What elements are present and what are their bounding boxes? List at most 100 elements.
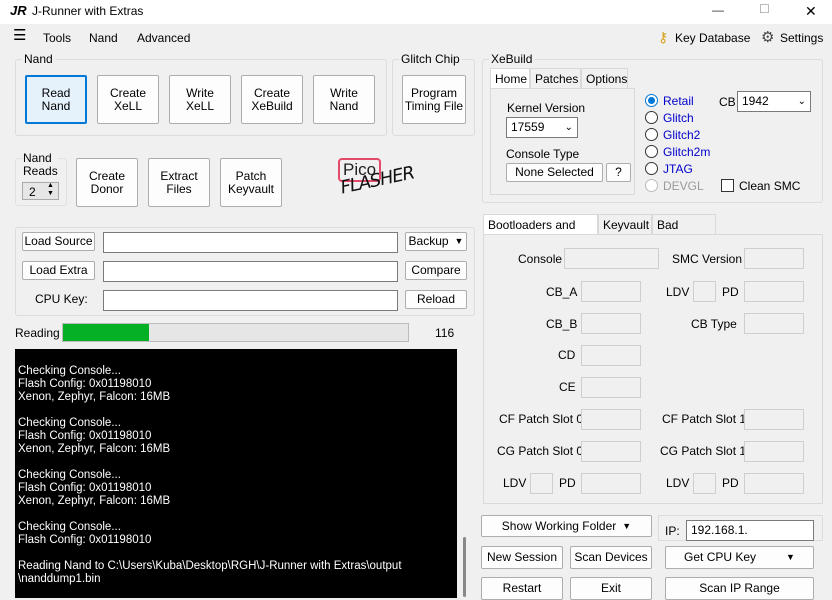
ce-field: [581, 377, 641, 398]
create-donor-button[interactable]: Create Donor: [76, 158, 138, 207]
pd-left-field: [581, 473, 641, 494]
log-console[interactable]: Checking Console... Flash Config: 0x0119…: [15, 349, 457, 598]
restart-button[interactable]: Restart: [481, 577, 563, 600]
cf-slot1-field: [744, 409, 804, 430]
menu-advanced[interactable]: Advanced: [137, 31, 190, 45]
spinner-up-icon[interactable]: ▲: [47, 182, 54, 189]
log-scrollbar[interactable]: [457, 349, 474, 598]
create-xell-button[interactable]: Create XeLL: [97, 75, 159, 124]
cd-field: [581, 345, 641, 366]
write-xell-button[interactable]: Write XeLL: [169, 75, 231, 124]
tab-patches[interactable]: Patches: [530, 68, 581, 88]
show-working-folder-label: Show Working Folder: [501, 518, 617, 533]
create-xebuild-button[interactable]: Create XeBuild: [241, 75, 303, 124]
radio-glitch2[interactable]: [645, 128, 658, 141]
log-scrollbar-thumb[interactable]: [463, 537, 466, 597]
ldv-label: LDV: [666, 285, 690, 299]
radio-jtag-label[interactable]: JTAG: [663, 162, 693, 176]
program-timing-file-button[interactable]: Program Timing File: [402, 75, 466, 124]
menu-tools[interactable]: Tools: [43, 31, 71, 45]
patch-keyvault-button[interactable]: Patch Keyvault: [220, 158, 282, 207]
chevron-down-icon: ⌄: [797, 96, 806, 107]
minimize-button[interactable]: —: [712, 3, 724, 17]
kernel-version-select[interactable]: 17559 ⌄: [506, 117, 578, 138]
radio-retail[interactable]: [645, 94, 658, 107]
backup-button[interactable]: Backup ▼: [405, 232, 467, 251]
extract-files-button[interactable]: Extract Files: [148, 158, 210, 207]
exit-button[interactable]: Exit: [570, 577, 652, 600]
console-type-button[interactable]: None Selected: [506, 163, 603, 182]
pd-right-label: PD: [722, 476, 739, 490]
pd-right-field: [744, 473, 804, 494]
reload-button[interactable]: Reload: [405, 290, 467, 309]
progress-value: 116: [435, 326, 455, 340]
spinner-down-icon[interactable]: ▼: [47, 190, 54, 197]
app-logo-icon: JR: [10, 3, 27, 18]
cba-label: CB_A: [546, 285, 578, 299]
ce-label: CE: [559, 380, 576, 394]
load-extra-button[interactable]: Load Extra: [22, 261, 95, 280]
progress-label: Reading: [15, 326, 60, 340]
cbb-label: CB_B: [546, 317, 578, 331]
tab-options[interactable]: Options: [581, 68, 628, 88]
cbb-field: [581, 313, 641, 334]
pico-flasher-logo: Pico FLASHER: [334, 156, 434, 206]
console-type-label: Console Type: [506, 147, 580, 161]
write-nand-button[interactable]: Write Nand: [313, 75, 375, 124]
cpu-key-label: CPU Key:: [35, 292, 88, 306]
tab-keyvault[interactable]: Keyvault: [598, 214, 652, 234]
ldv-left-label: LDV: [503, 476, 527, 490]
menu-bar: ☰ Tools Nand Advanced ⚷ Key Database ⚙ S…: [0, 28, 832, 48]
menu-nand[interactable]: Nand: [89, 31, 118, 45]
close-button[interactable]: ✕: [805, 3, 817, 20]
cb-label: CB: [719, 95, 736, 109]
load-source-button[interactable]: Load Source: [22, 232, 95, 251]
cg-slot1-label: CG Patch Slot 1: [660, 444, 747, 458]
menu-key-database[interactable]: Key Database: [675, 31, 750, 45]
console-field: [564, 248, 659, 269]
clean-smc-label[interactable]: Clean SMC: [739, 179, 800, 193]
ip-value: 192.168.1.: [691, 523, 748, 537]
tab-bootloaders[interactable]: Bootloaders and SMC: [483, 214, 598, 246]
cpu-key-input[interactable]: [103, 290, 398, 311]
radio-glitch2m-label[interactable]: Glitch2m: [663, 145, 710, 159]
ldv-right-field: [693, 473, 716, 494]
read-nand-button[interactable]: Read Nand: [25, 75, 87, 124]
maximize-button[interactable]: ☐: [759, 2, 770, 16]
cb-select[interactable]: 1942 ⌄: [737, 91, 811, 112]
cd-label: CD: [558, 348, 576, 362]
tab-bad-blocks[interactable]: Bad Blocks: [652, 214, 716, 246]
progress-bar: [62, 323, 409, 342]
xebuild-title: XeBuild: [489, 52, 535, 66]
backup-label: Backup: [408, 234, 449, 248]
get-cpu-key-button[interactable]: Get CPU Key ▼: [665, 546, 814, 569]
tab-home[interactable]: Home: [490, 68, 530, 90]
smc-version-label: SMC Version: [672, 252, 743, 266]
scan-devices-button[interactable]: Scan Devices: [570, 546, 652, 569]
radio-glitch-label[interactable]: Glitch: [663, 111, 694, 125]
scan-ip-range-button[interactable]: Scan IP Range: [665, 577, 814, 600]
radio-glitch2m[interactable]: [645, 145, 658, 158]
nand-reads-label: Nand Reads: [23, 151, 58, 178]
ip-label: IP:: [665, 524, 680, 538]
ip-input[interactable]: 192.168.1.: [686, 520, 814, 541]
source-path-input[interactable]: [103, 232, 398, 253]
nand-group-title: Nand: [22, 52, 55, 66]
ldv-field: [693, 281, 716, 302]
pd-field: [744, 281, 804, 302]
show-working-folder-button[interactable]: Show Working Folder ▼: [481, 515, 652, 537]
cb-type-field: [744, 313, 804, 334]
radio-glitch2-label[interactable]: Glitch2: [663, 128, 700, 142]
nand-reads-spinner[interactable]: 2 ▲ ▼: [22, 182, 59, 200]
hamburger-icon[interactable]: ☰: [13, 28, 26, 43]
new-session-button[interactable]: New Session: [481, 546, 563, 569]
radio-retail-label[interactable]: Retail: [663, 94, 694, 108]
compare-button[interactable]: Compare: [405, 261, 467, 280]
extra-path-input[interactable]: [103, 261, 398, 282]
menu-settings[interactable]: Settings: [780, 31, 823, 45]
console-help-button[interactable]: ?: [606, 163, 631, 182]
cg-slot0-field: [581, 441, 641, 462]
radio-glitch[interactable]: [645, 111, 658, 124]
radio-jtag[interactable]: [645, 162, 658, 175]
clean-smc-checkbox[interactable]: [721, 179, 734, 192]
